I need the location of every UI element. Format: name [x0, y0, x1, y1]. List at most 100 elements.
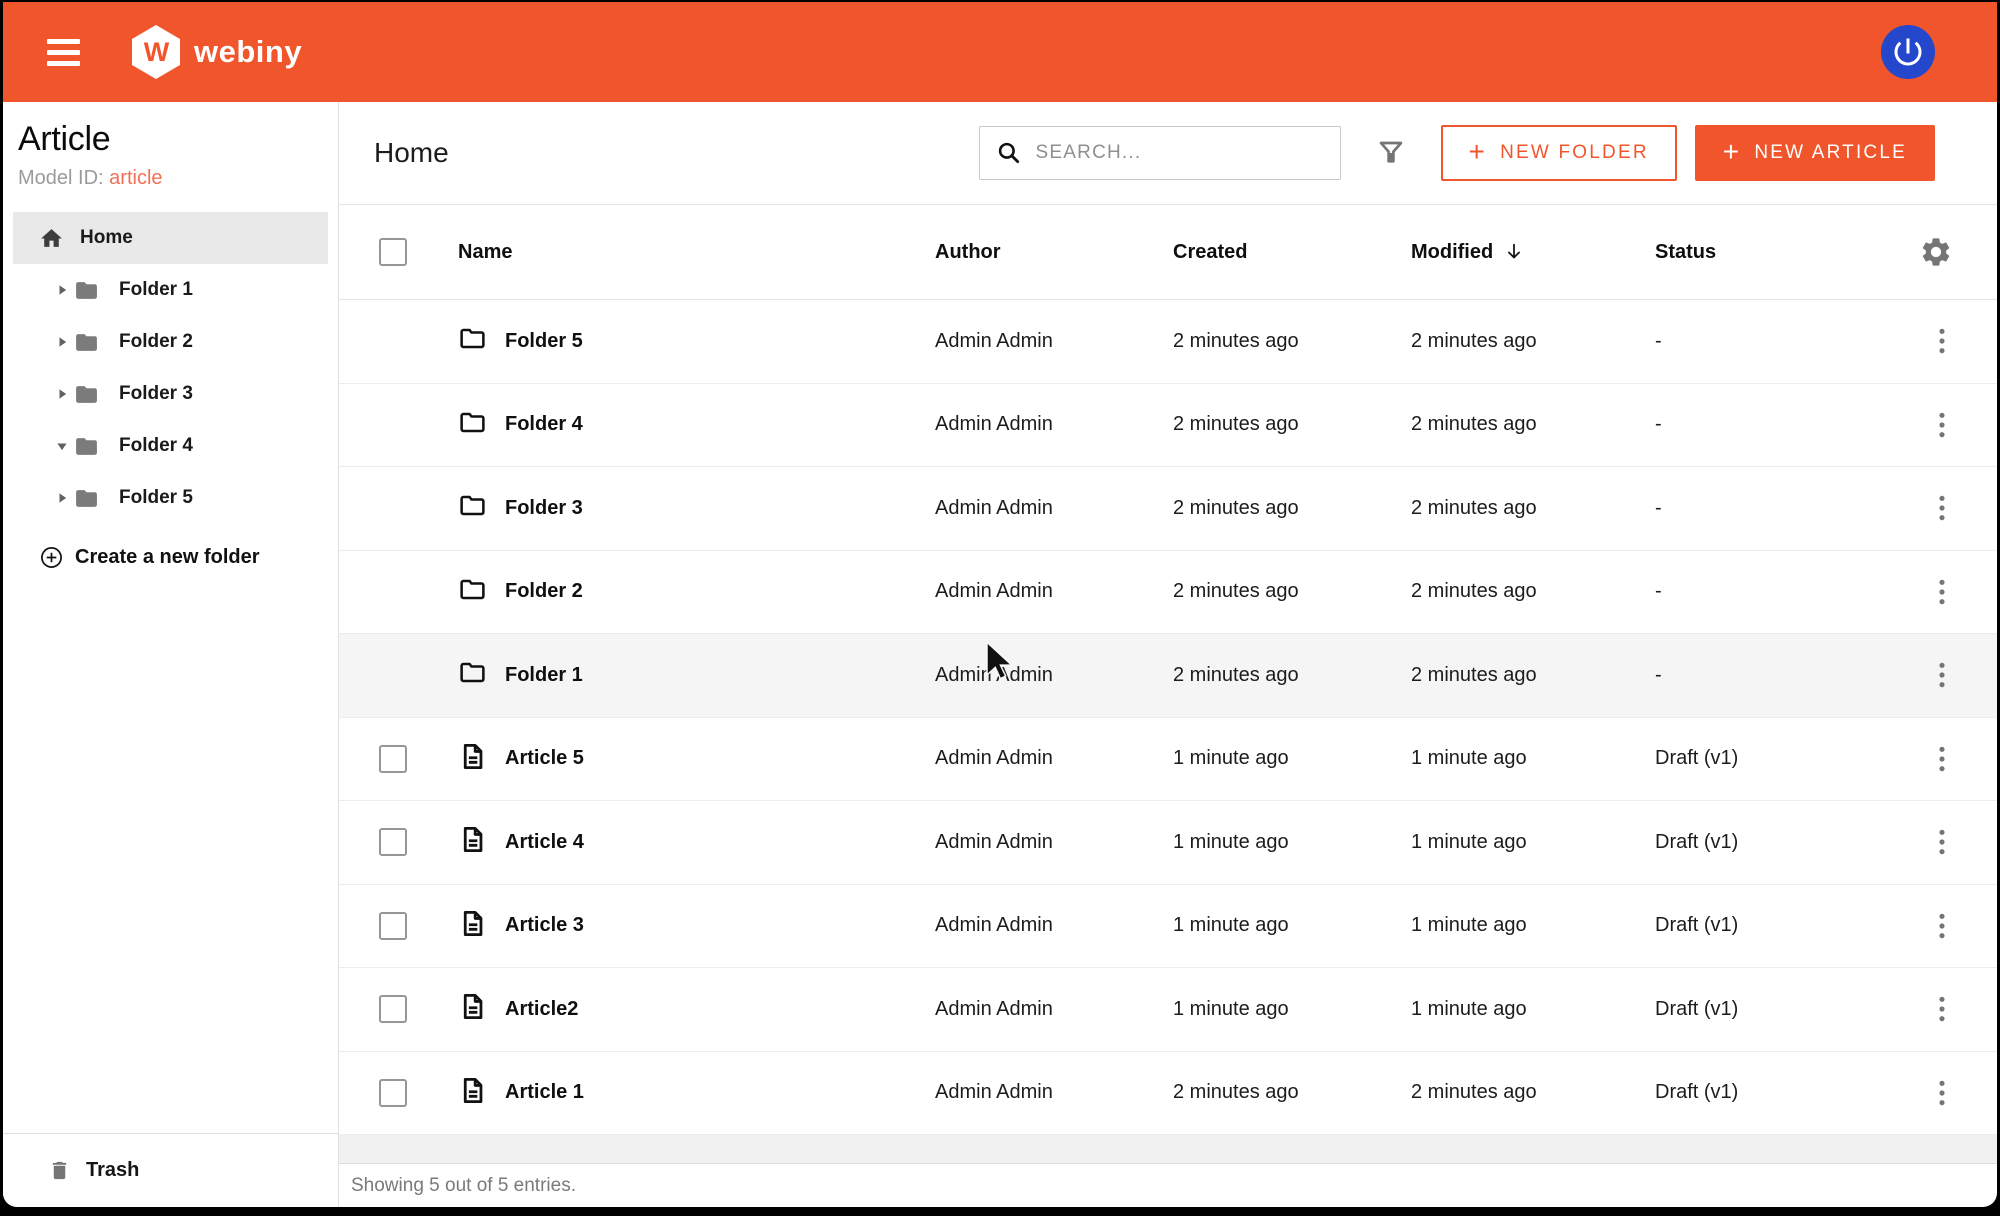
caret-down-icon[interactable]: [51, 436, 73, 456]
row-author: Admin Admin: [935, 998, 1173, 1021]
row-actions-button[interactable]: [1919, 487, 1965, 529]
sidebar-item-home[interactable]: Home: [13, 212, 328, 264]
plus-circle-icon: [40, 546, 63, 569]
new-folder-button[interactable]: + NEW FOLDER: [1441, 125, 1677, 181]
logo-text: webiny: [194, 34, 302, 70]
entries-summary: Showing 5 out of 5 entries.: [351, 1175, 576, 1197]
document-icon: [458, 742, 487, 776]
column-header-created[interactable]: Created: [1173, 241, 1411, 264]
row-checkbox[interactable]: [379, 1079, 407, 1107]
row-status: Draft (v1): [1655, 831, 1919, 854]
row-modified: 2 minutes ago: [1411, 330, 1655, 353]
folder-icon: [74, 486, 99, 511]
row-actions-button[interactable]: [1919, 821, 1965, 863]
sidebar-item-folder-3[interactable]: Folder 3: [13, 368, 328, 420]
row-modified: 2 minutes ago: [1411, 1081, 1655, 1104]
sidebar-item-folder-1[interactable]: Folder 1: [13, 264, 328, 316]
search-icon: [996, 140, 1022, 166]
row-actions-button[interactable]: [1919, 320, 1965, 362]
filter-button[interactable]: [1375, 137, 1407, 169]
table-row[interactable]: Folder 1Admin Admin2 minutes ago2 minute…: [339, 634, 1997, 718]
table-bottom-strip: [339, 1135, 1997, 1163]
table-row[interactable]: Article2Admin Admin1 minute ago1 minute …: [339, 968, 1997, 1052]
row-created: 2 minutes ago: [1173, 1081, 1411, 1104]
caret-right-icon[interactable]: [51, 488, 73, 508]
search-input[interactable]: [1036, 142, 1326, 164]
row-actions-button[interactable]: [1919, 654, 1965, 696]
model-id: Model ID: article: [18, 167, 322, 190]
row-author: Admin Admin: [935, 664, 1173, 687]
row-actions-button[interactable]: [1919, 988, 1965, 1030]
sidebar: Article Model ID: article Home Folder 1 Fo…: [3, 102, 339, 1207]
trash-button[interactable]: Trash: [3, 1133, 338, 1207]
row-actions-button[interactable]: [1919, 738, 1965, 780]
caret-right-icon[interactable]: [51, 332, 73, 352]
caret-right-icon[interactable]: [51, 384, 73, 404]
row-created: 2 minutes ago: [1173, 413, 1411, 436]
folder-outline-icon: [458, 658, 487, 692]
row-modified: 2 minutes ago: [1411, 413, 1655, 436]
sidebar-item-folder-4[interactable]: Folder 4: [13, 420, 328, 472]
filter-funnel-icon: [1375, 137, 1407, 169]
user-avatar[interactable]: [1881, 25, 1935, 79]
create-new-folder-button[interactable]: Create a new folder: [40, 546, 338, 569]
folder-icon: [74, 434, 99, 459]
folder-icon: [74, 382, 99, 407]
row-name: Article2: [505, 998, 578, 1021]
caret-right-icon[interactable]: [51, 280, 73, 300]
row-checkbox[interactable]: [379, 828, 407, 856]
column-header-name[interactable]: Name: [458, 241, 935, 264]
new-article-button[interactable]: + NEW ARTICLE: [1695, 125, 1935, 181]
model-title: Article: [18, 120, 322, 159]
row-actions-button[interactable]: [1919, 404, 1965, 446]
table-row[interactable]: Folder 5Admin Admin2 minutes ago2 minute…: [339, 300, 1997, 384]
sidebar-item-label: Home: [80, 227, 133, 249]
row-created: 1 minute ago: [1173, 831, 1411, 854]
row-modified: 1 minute ago: [1411, 998, 1655, 1021]
folder-outline-icon: [458, 408, 487, 442]
trash-label: Trash: [86, 1159, 139, 1182]
table-row[interactable]: Article 5Admin Admin1 minute ago1 minute…: [339, 718, 1997, 802]
row-status: Draft (v1): [1655, 747, 1919, 770]
row-name: Folder 3: [505, 497, 583, 520]
row-actions-button[interactable]: [1919, 1072, 1965, 1114]
gear-icon: [1919, 235, 1953, 269]
row-status: Draft (v1): [1655, 998, 1919, 1021]
row-modified: 1 minute ago: [1411, 831, 1655, 854]
select-all-checkbox[interactable]: [379, 238, 407, 266]
create-folder-label: Create a new folder: [75, 546, 260, 569]
sidebar-item-folder-5[interactable]: Folder 5: [13, 472, 328, 524]
table-row[interactable]: Folder 3Admin Admin2 minutes ago2 minute…: [339, 467, 1997, 551]
table-row[interactable]: Article 3Admin Admin1 minute ago1 minute…: [339, 885, 1997, 969]
row-actions-button[interactable]: [1919, 905, 1965, 947]
row-actions-button[interactable]: [1919, 571, 1965, 613]
table-row[interactable]: Folder 4Admin Admin2 minutes ago2 minute…: [339, 384, 1997, 468]
row-created: 1 minute ago: [1173, 998, 1411, 1021]
sidebar-item-label: Folder 3: [119, 383, 193, 405]
sidebar-item-label: Folder 1: [119, 279, 193, 301]
sidebar-item-label: Folder 2: [119, 331, 193, 353]
row-checkbox[interactable]: [379, 745, 407, 773]
sidebar-item-folder-2[interactable]: Folder 2: [13, 316, 328, 368]
column-header-modified[interactable]: Modified: [1411, 241, 1655, 264]
row-name: Article 1: [505, 1081, 584, 1104]
sidebar-item-label: Folder 5: [119, 487, 193, 509]
row-modified: 2 minutes ago: [1411, 580, 1655, 603]
table-row[interactable]: Article 4Admin Admin1 minute ago1 minute…: [339, 801, 1997, 885]
content-area: Home + NEW FOLDER: [339, 102, 1997, 1207]
row-checkbox[interactable]: [379, 912, 407, 940]
row-checkbox[interactable]: [379, 995, 407, 1023]
column-header-author[interactable]: Author: [935, 241, 1173, 264]
hamburger-menu-icon[interactable]: [47, 39, 80, 66]
row-name: Article 5: [505, 747, 584, 770]
webiny-logo: W webiny: [132, 25, 302, 79]
document-icon: [458, 909, 487, 943]
row-name: Folder 2: [505, 580, 583, 603]
row-status: Draft (v1): [1655, 914, 1919, 937]
table-settings-button[interactable]: [1919, 235, 1953, 269]
row-name: Article 3: [505, 914, 584, 937]
table-row[interactable]: Folder 2Admin Admin2 minutes ago2 minute…: [339, 551, 1997, 635]
column-header-status[interactable]: Status: [1655, 241, 1919, 264]
table-row[interactable]: Article 1Admin Admin2 minutes ago2 minut…: [339, 1052, 1997, 1136]
row-status: Draft (v1): [1655, 1081, 1919, 1104]
